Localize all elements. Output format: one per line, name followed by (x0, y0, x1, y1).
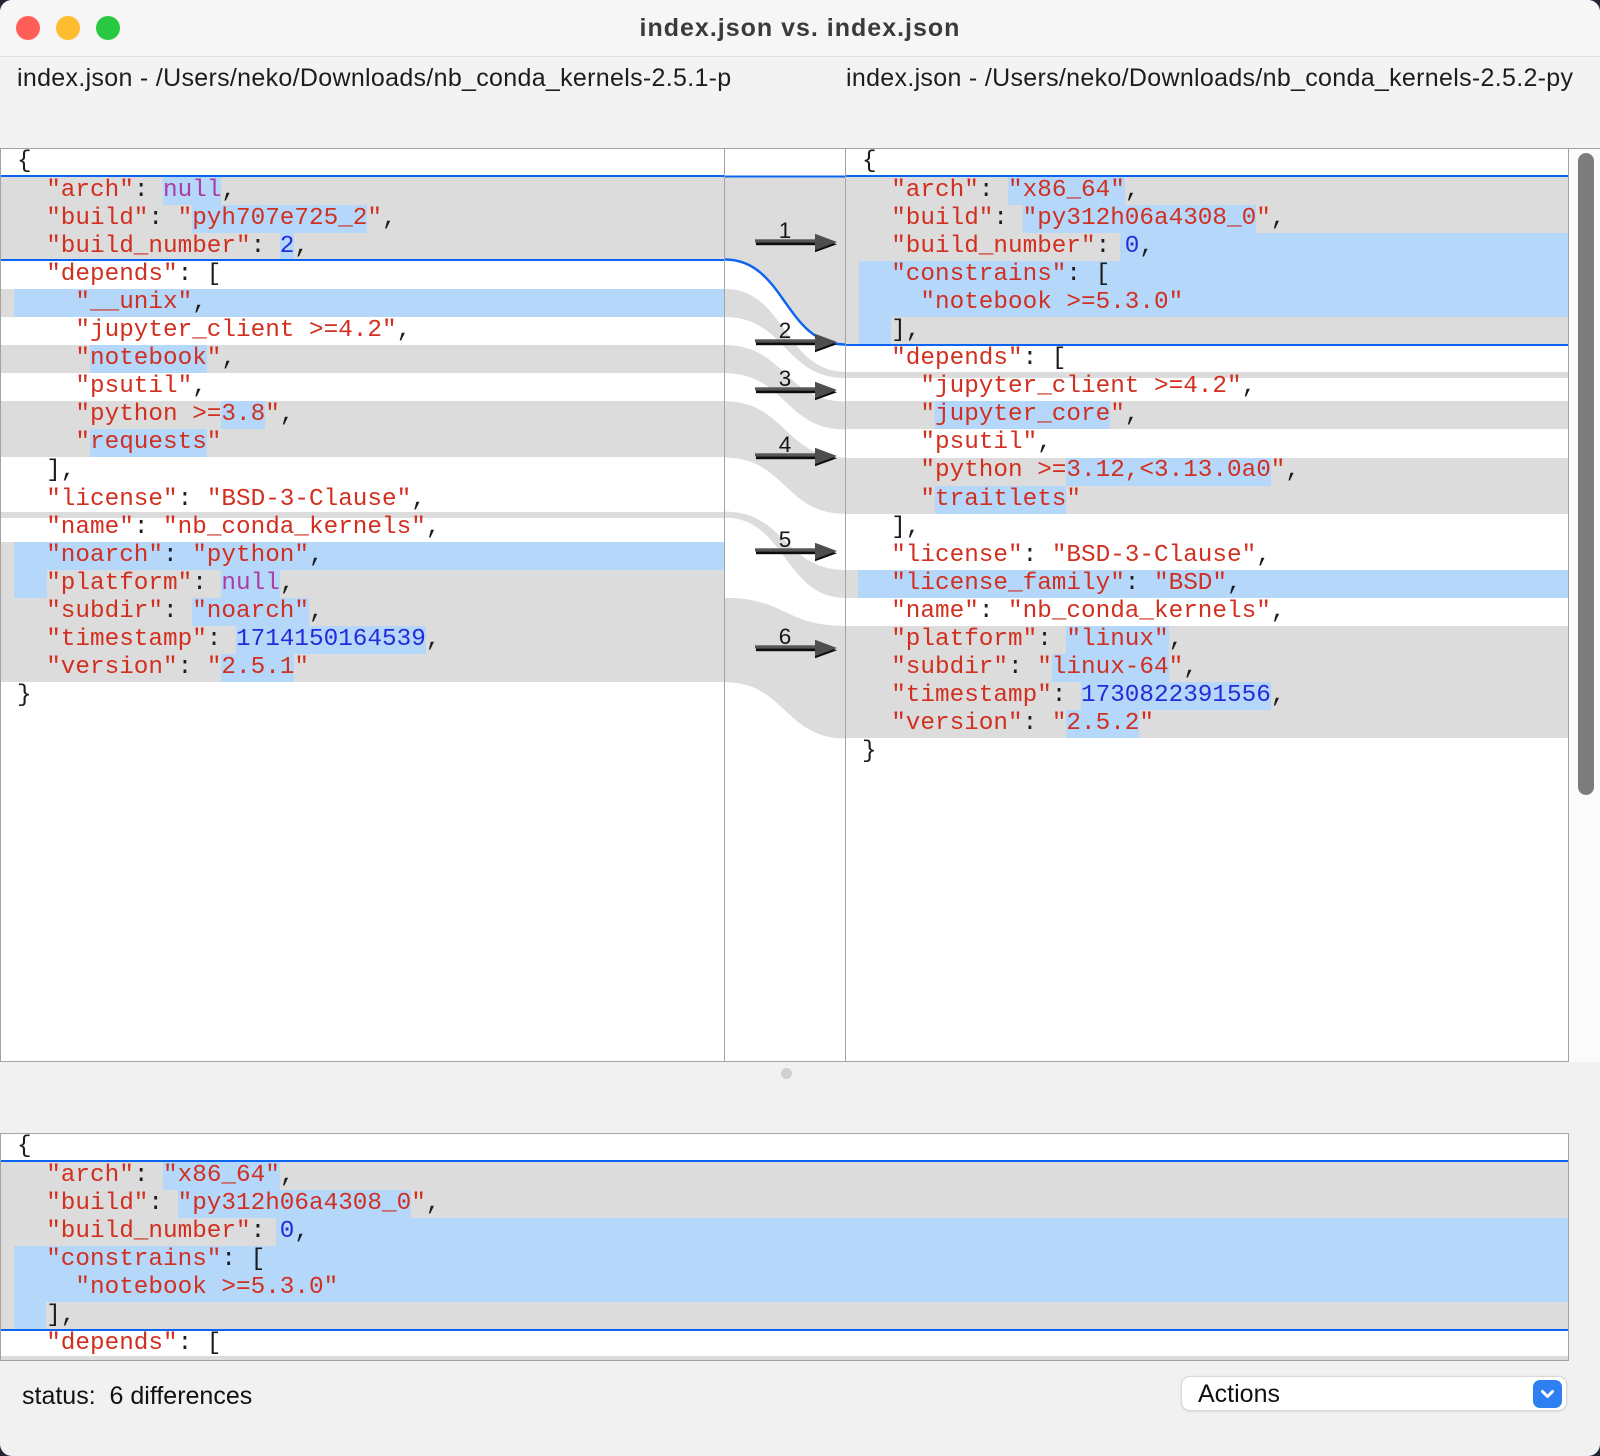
svg-text:4: 4 (779, 432, 792, 457)
svg-text:3: 3 (779, 366, 792, 391)
svg-text:1: 1 (779, 218, 792, 243)
svg-text:5: 5 (779, 527, 792, 552)
svg-text:6: 6 (779, 624, 792, 649)
svg-text:2: 2 (779, 318, 792, 343)
